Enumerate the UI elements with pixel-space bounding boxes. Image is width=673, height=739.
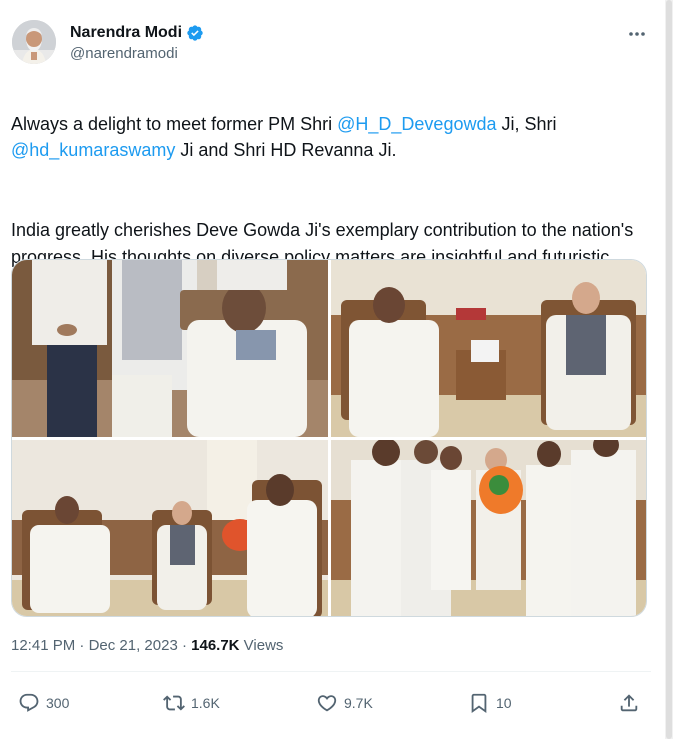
heart-icon (317, 695, 337, 712)
more-options-button[interactable] (622, 22, 652, 46)
action-bar: 300 1.6K 9.7K 10 (11, 685, 651, 721)
reply-button[interactable]: 300 (18, 685, 69, 721)
photo-three-seated-icon (12, 440, 328, 616)
tweet-header: Narendra Modi @narendramodi (12, 20, 660, 68)
repost-count: 1.6K (191, 695, 220, 711)
tweet-photo-3[interactable] (12, 440, 328, 616)
share-button[interactable] (618, 685, 640, 721)
media-grid (11, 259, 647, 617)
bookmark-icon (471, 693, 487, 714)
more-horizontal-icon (629, 32, 645, 36)
tweet-text-segment: Ji and Shri HD Revanna Ji. (175, 140, 397, 161)
photo-meeting-seated-icon (331, 260, 646, 437)
like-count: 9.7K (344, 695, 373, 711)
views-label: Views (239, 637, 284, 654)
tweet-time[interactable]: 12:41 PM (11, 637, 75, 654)
author-handle[interactable]: @narendramodi (70, 43, 204, 65)
mention-link-kumaraswamy[interactable]: @hd_kumaraswamy (11, 140, 175, 160)
tweet-paragraph-1: Always a delight to meet former PM Shri … (11, 111, 651, 164)
meta-separator: · (75, 637, 89, 654)
repost-icon (163, 695, 185, 711)
verified-badge-icon (187, 25, 203, 41)
page-scrollbar[interactable] (665, 0, 673, 739)
mention-link-devegowda[interactable]: @H_D_Devegowda (337, 114, 496, 134)
tweet-photo-2[interactable] (331, 260, 646, 437)
photo-group-bouquet-icon (331, 440, 646, 616)
divider (11, 671, 651, 672)
meta-separator: · (177, 637, 192, 654)
author-display-name[interactable]: Narendra Modi (70, 23, 204, 43)
author-avatar[interactable] (12, 20, 56, 64)
photo-meeting-standing-icon (12, 260, 328, 437)
tweet-meta: 12:41 PM · Dec 21, 2023 · 146.7K Views (11, 637, 283, 654)
reply-icon (19, 693, 39, 712)
bookmark-button[interactable]: 10 (468, 685, 512, 721)
tweet-text-segment: Ji, Shri (496, 113, 557, 134)
tweet-photo-4[interactable] (331, 440, 646, 616)
author-name-text: Narendra Modi (70, 24, 183, 41)
reply-count: 300 (46, 695, 70, 711)
tweet-photo-1[interactable] (12, 260, 328, 437)
share-icon (620, 694, 638, 712)
views-count: 146.7K (191, 637, 240, 654)
user-avatar-photo (12, 20, 56, 64)
tweet-date[interactable]: Dec 21, 2023 (89, 637, 178, 654)
repost-button[interactable]: 1.6K (163, 685, 220, 721)
bookmark-count: 10 (496, 695, 512, 711)
author-names: Narendra Modi @narendramodi (70, 23, 204, 65)
tweet-text-segment: Always a delight to meet former PM Shri (11, 113, 338, 134)
like-button[interactable]: 9.7K (316, 685, 373, 721)
scrollbar-thumb[interactable] (666, 0, 672, 739)
